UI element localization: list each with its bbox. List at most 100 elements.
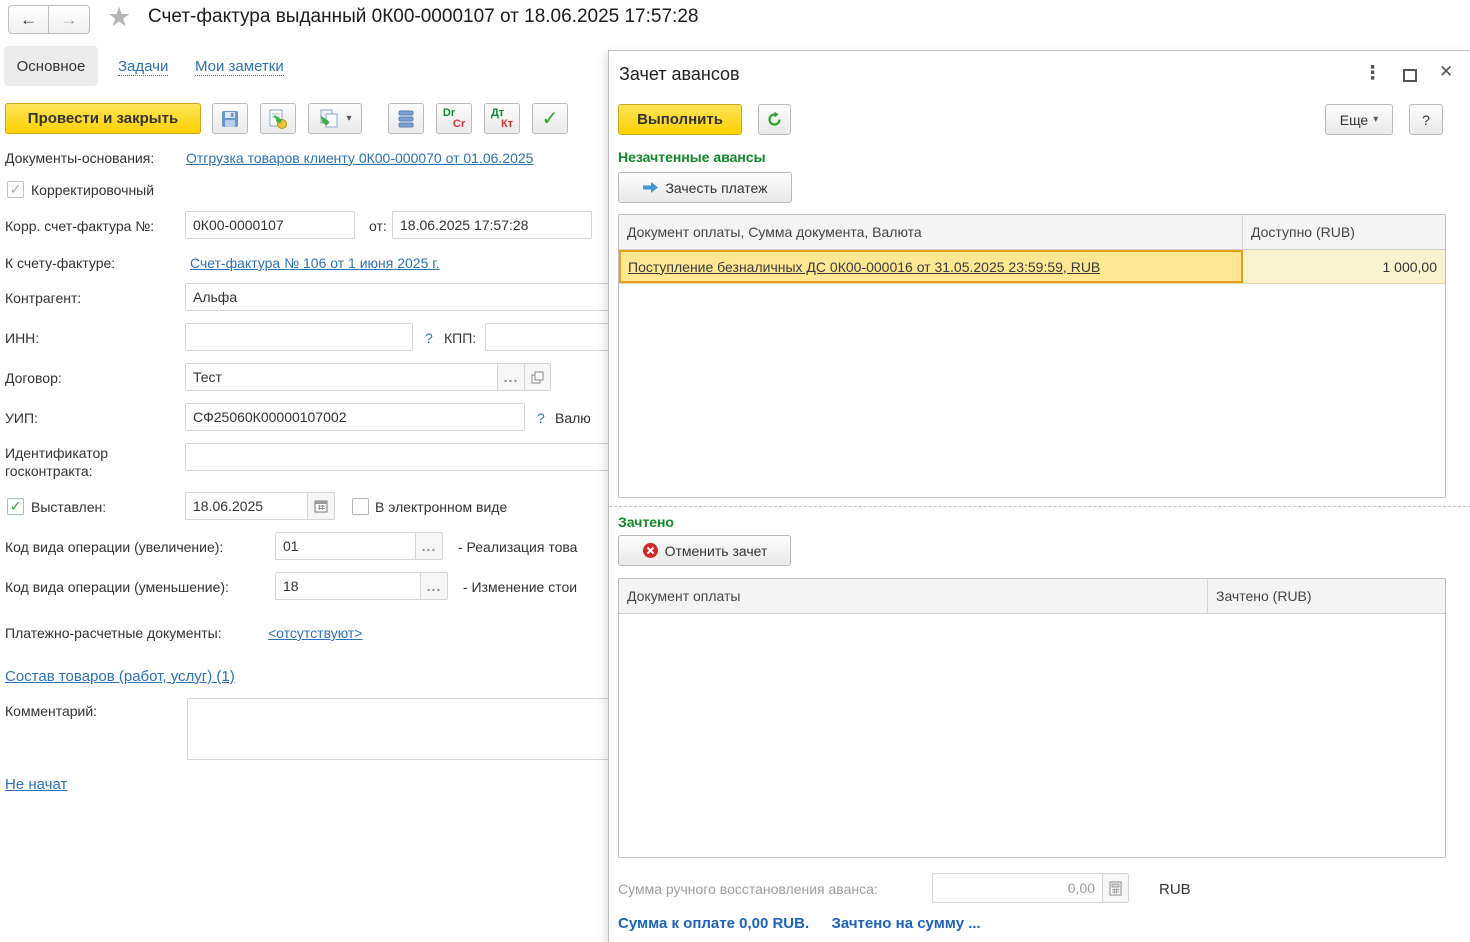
comment-textarea[interactable] [187,698,657,760]
column-header-doc[interactable]: Документ оплаты, Сумма документа, Валюта [619,214,1243,250]
tab-main[interactable]: Основное [4,46,98,86]
register-records-button[interactable] [388,103,424,134]
table-header-row: Документ оплаты, Сумма документа, Валюта… [619,214,1445,250]
panel-splitter[interactable] [609,506,1470,507]
op-dec-label: Код вида операции (уменьшение): [5,579,229,595]
contract-input[interactable] [185,363,497,391]
tab-my-notes[interactable]: Мои заметки [195,58,284,76]
forward-button[interactable]: → [49,5,90,34]
manual-restore-input[interactable] [932,873,1102,903]
column-header-offset[interactable]: Зачтено (RUB) [1208,579,1445,614]
offset-heading: Зачтено [618,514,674,530]
contract-select-button[interactable]: ... [497,363,525,391]
panel-title: Зачет авансов [619,64,740,84]
advance-offset-panel: Зачет авансов ⋮ ✕ Выполнить Еще ▾ ? Неза… [608,50,1470,942]
kpp-label: КПП: [444,330,477,346]
offset-arrow-icon [642,181,659,194]
post-and-close-button[interactable]: Провести и закрыть [5,103,201,134]
corrective-label: Корректировочный [31,182,155,198]
post-check-button[interactable]: ✓ [532,103,568,134]
post-document-button[interactable] [260,103,296,134]
register-records-icon [397,109,415,129]
back-icon: ← [20,9,37,29]
corr-number-input[interactable] [185,211,355,239]
cancel-offset-icon [642,542,659,559]
menu-dots-icon[interactable]: ⋮ [1363,62,1382,85]
create-based-on-button[interactable]: ▾ [308,103,362,134]
dr-cr-button[interactable]: Dr Cr [436,103,472,134]
goods-composition-link[interactable]: Состав товаров (работ, услуг) (1) [5,668,235,685]
uip-help-icon[interactable]: ? [537,410,545,426]
history-nav: ← → [8,5,90,34]
check-icon: ✓ [541,108,559,130]
back-button[interactable]: ← [8,5,49,34]
counterparty-input[interactable] [185,283,655,311]
corrective-checkbox[interactable]: ✓ [7,181,24,198]
payment-document-link[interactable]: Поступление безналичных ДС 0К00-000016 о… [628,259,1100,275]
dr-cr-icon: Dr Cr [442,106,466,130]
op-inc-select-button[interactable]: ... [415,532,443,560]
op-dec-select-button[interactable]: ... [420,572,448,600]
save-button[interactable] [212,103,248,134]
available-amount-cell[interactable]: 1 000,00 [1243,250,1445,283]
from-label: от: [369,218,387,234]
issued-checkbox[interactable]: ✓ [7,498,24,515]
docs-base-label: Документы-основания: [5,150,155,166]
op-dec-input[interactable] [275,572,420,600]
issued-date-group [185,492,335,520]
corr-date-input[interactable] [392,211,592,239]
unoffset-advances-heading: Незачтенные авансы [618,149,766,165]
execute-button[interactable]: Выполнить [618,104,742,135]
op-inc-label: Код вида операции (увеличение): [5,539,224,555]
selected-cell[interactable]: Поступление безналичных ДС 0К00-000016 о… [619,250,1243,283]
help-button[interactable]: ? [1409,104,1443,135]
refresh-button[interactable] [758,104,791,135]
docs-base-link[interactable]: Отгрузка товаров клиенту 0К00-000070 от … [186,150,533,166]
offset-payment-button[interactable]: Зачесть платеж [618,172,792,203]
comment-label: Комментарий: [5,703,98,719]
electronic-checkbox[interactable] [352,498,369,515]
more-button[interactable]: Еще ▾ [1325,104,1393,135]
maximize-icon[interactable] [1403,69,1417,82]
currency-code: RUB [1159,881,1191,898]
app-window: ← → ★ Счет-фактура выданный 0К00-0000107… [0,0,1470,942]
contract-open-button[interactable] [525,363,551,391]
favorite-star-icon[interactable]: ★ [107,2,131,33]
inn-input[interactable] [185,323,413,351]
issued-date-picker-button[interactable] [307,492,335,520]
op-dec-desc: - Изменение стои [463,579,578,595]
tab-tasks[interactable]: Задачи [118,58,169,76]
cancel-offset-button[interactable]: Отменить зачет [618,535,791,566]
manual-restore-label: Сумма ручного восстановления аванса: [618,881,878,897]
calendar-icon [314,499,328,513]
op-inc-input[interactable] [275,532,415,560]
calculator-button[interactable] [1102,873,1129,903]
payment-docs-label: Платежно-расчетные документы: [5,625,222,641]
electronic-label: В электронном виде [375,499,508,515]
column-header-doc[interactable]: Документ оплаты [619,578,1208,614]
op-inc-group: ... [275,532,443,560]
issued-label: Выставлен: [31,499,107,515]
dt-kt-icon: Дт Кт [490,106,514,130]
post-document-icon [267,108,289,130]
forward-icon: → [60,9,78,29]
caret-down-icon: ▾ [1373,114,1379,125]
issued-date-input[interactable] [185,492,307,520]
op-inc-desc: - Реализация това [458,539,578,555]
inn-help-icon[interactable]: ? [425,330,433,346]
table-header-row: Документ оплаты Зачтено (RUB) [619,578,1445,614]
uip-input[interactable] [185,403,525,431]
table-row[interactable]: Поступление безналичных ДС 0К00-000016 о… [619,250,1445,284]
caret-down-icon: ▾ [346,113,352,124]
gov-contract-input[interactable] [185,443,655,471]
payment-docs-link[interactable]: <отсутствуют> [268,625,363,641]
close-icon[interactable]: ✕ [1439,62,1453,82]
business-process-state-link[interactable]: Не начат [5,776,67,793]
create-based-on-icon [318,108,340,130]
help-icon: ? [1422,111,1430,128]
to-invoice-link[interactable]: Счет-фактура № 106 от 1 июня 2025 г. [190,255,440,271]
dt-kt-button[interactable]: Дт Кт [484,103,520,134]
column-header-available[interactable]: Доступно (RUB) [1243,215,1445,250]
refresh-icon [766,111,783,128]
corr-number-label: Корр. счет-фактура №: [5,218,155,234]
